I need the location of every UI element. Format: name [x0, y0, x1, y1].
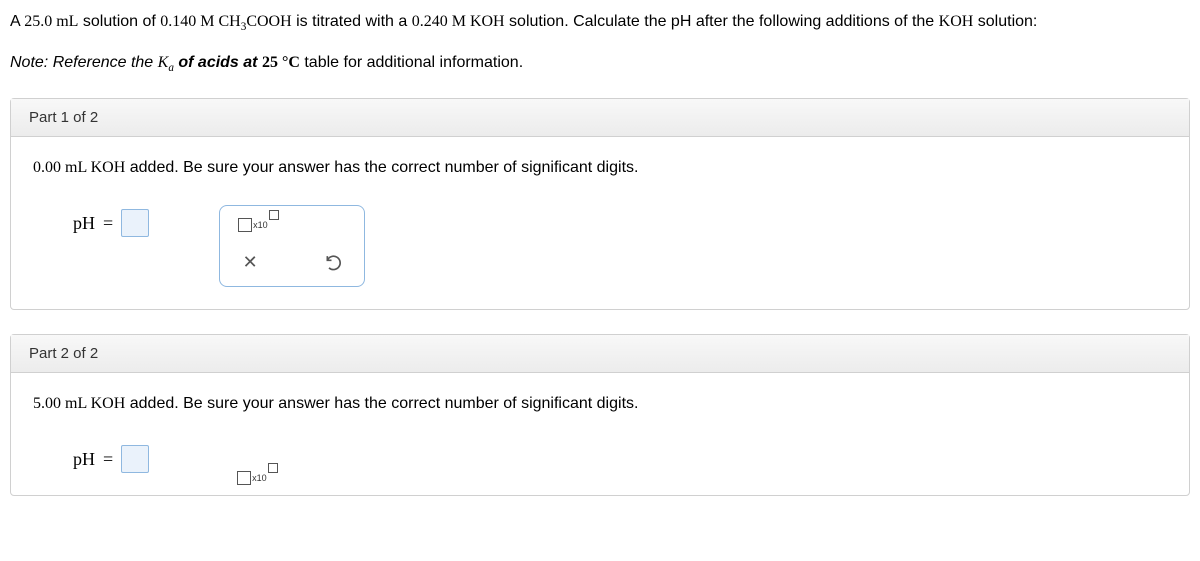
- part-1-header: Part 1 of 2: [11, 99, 1189, 137]
- exponent-box-icon: [269, 210, 279, 220]
- ph-input-1[interactable]: [121, 209, 149, 237]
- ph-label-2: pH: [73, 449, 95, 470]
- mantissa-box-icon: [238, 218, 252, 232]
- note-temp: 25 °C: [262, 54, 300, 71]
- x-icon: ✕: [243, 252, 258, 273]
- part-2-prompt-tail: added. Be sure your answer has the corre…: [125, 395, 638, 412]
- note-line: Note: Reference the Ka of acids at 25 °C…: [10, 54, 1190, 74]
- exponent-box-icon: [268, 463, 278, 473]
- part-2: Part 2 of 2 5.00 mL KOH added. Be sure y…: [10, 334, 1190, 496]
- equals-2: =: [103, 449, 113, 470]
- text: A: [10, 13, 24, 30]
- koh: KOH: [939, 13, 974, 30]
- tool-palette-1: x10 ✕: [219, 205, 365, 287]
- conc-2: 0.240 M KOH: [412, 13, 505, 30]
- sci-notation-button-2[interactable]: x10: [237, 471, 278, 485]
- clear-button-1[interactable]: ✕: [238, 250, 262, 274]
- conc-1: 0.140 M CH: [160, 13, 240, 30]
- tool-palette-2: x10: [219, 441, 296, 485]
- answer-equation-1: pH =: [73, 205, 149, 237]
- text: is titrated with a: [292, 13, 412, 30]
- note-suffix: table for additional information.: [300, 54, 523, 71]
- part-2-prompt: 5.00 mL KOH added. Be sure your answer h…: [33, 395, 1167, 413]
- note-mid: Reference the: [48, 54, 157, 71]
- undo-button-1[interactable]: [322, 250, 346, 274]
- part-1-prompt-tail: added. Be sure your answer has the corre…: [125, 159, 638, 176]
- text: solution:: [973, 13, 1037, 30]
- part-2-header: Part 2 of 2: [11, 335, 1189, 373]
- note-prefix: Note:: [10, 54, 48, 71]
- text: solution of: [78, 13, 160, 30]
- ka-k: K: [158, 54, 169, 71]
- sci-notation-button-1[interactable]: x10: [238, 218, 279, 232]
- part-2-vol: 5.00 mL KOH: [33, 395, 125, 412]
- problem-statement: A 25.0 mL solution of 0.140 M CH3COOH is…: [10, 10, 1190, 36]
- undo-icon: [324, 252, 344, 272]
- ph-label-1: pH: [73, 213, 95, 234]
- mantissa-box-icon: [237, 471, 251, 485]
- part-1-prompt: 0.00 mL KOH added. Be sure your answer h…: [33, 159, 1167, 177]
- ph-input-2[interactable]: [121, 445, 149, 473]
- note-bold: of acids at: [174, 54, 262, 71]
- part-1: Part 1 of 2 0.00 mL KOH added. Be sure y…: [10, 98, 1190, 310]
- text: solution. Calculate the pH after the fol…: [505, 13, 939, 30]
- answer-equation-2: pH =: [73, 441, 149, 473]
- volume-1: 25.0 mL: [24, 13, 78, 30]
- cooh: COOH: [246, 13, 291, 30]
- equals-1: =: [103, 213, 113, 234]
- x10-label: x10: [252, 473, 267, 483]
- part-1-vol: 0.00 mL KOH: [33, 159, 125, 176]
- x10-label: x10: [253, 220, 268, 230]
